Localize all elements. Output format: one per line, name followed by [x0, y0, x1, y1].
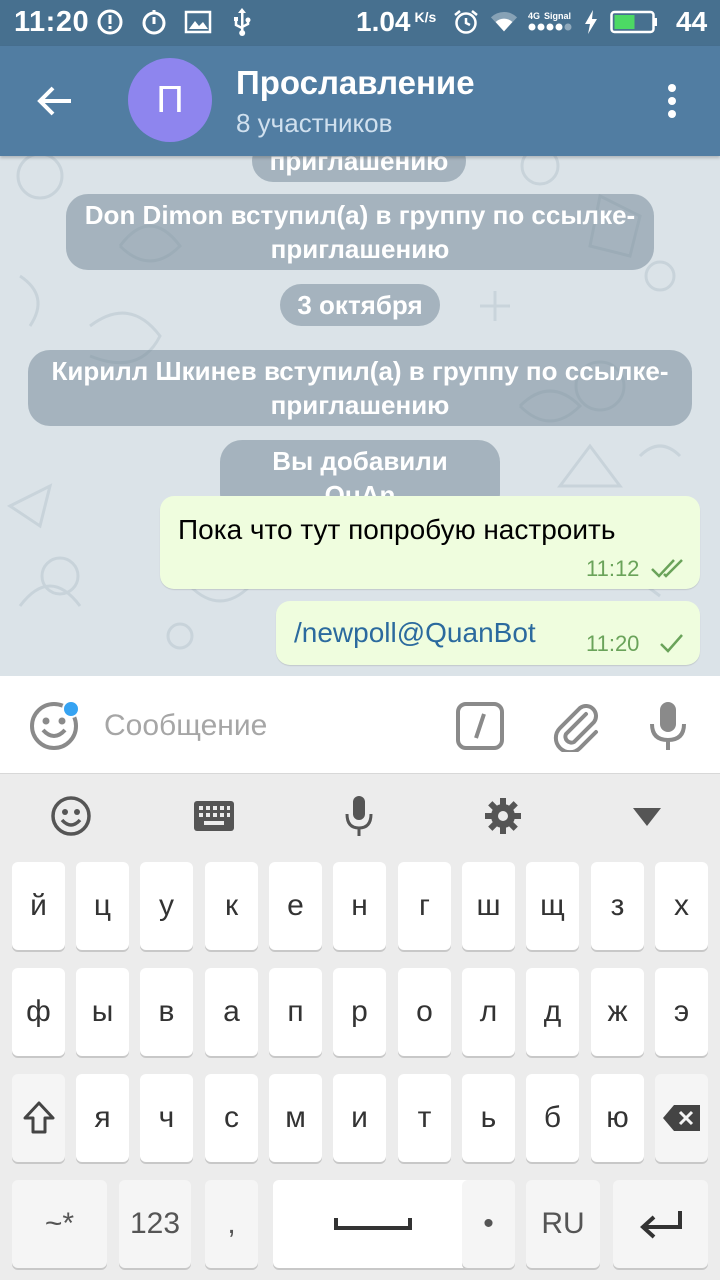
network-speed-unit: K/s	[414, 9, 437, 25]
key[interactable]: г	[398, 862, 451, 950]
more-options-button[interactable]	[656, 78, 688, 124]
key[interactable]: ж	[591, 968, 644, 1056]
key[interactable]: ф	[12, 968, 65, 1056]
period-key[interactable]: •	[462, 1180, 515, 1268]
image-icon	[184, 8, 212, 36]
shift-key[interactable]	[12, 1074, 65, 1162]
kb-emoji-button[interactable]	[49, 794, 93, 838]
microphone-icon	[650, 702, 686, 750]
kb-hide-button[interactable]	[625, 794, 669, 838]
key[interactable]: ш	[462, 862, 515, 950]
chat-header: П Прославление 8 участников	[0, 46, 720, 156]
battery-level: 44	[676, 6, 708, 37]
key[interactable]: д	[526, 968, 579, 1056]
kb-layout-button[interactable]	[192, 794, 236, 838]
slash-command-icon	[456, 702, 504, 750]
key[interactable]: к	[205, 862, 258, 950]
key[interactable]: ю	[591, 1074, 644, 1162]
message-command-link[interactable]: /newpoll@QuanBot	[294, 617, 536, 649]
language-key[interactable]: RU	[526, 1180, 600, 1268]
enter-icon	[639, 1211, 682, 1239]
key[interactable]: с	[205, 1074, 258, 1162]
microphone-icon	[345, 796, 373, 836]
message-time: 11:20	[586, 631, 640, 656]
charging-icon	[582, 8, 600, 36]
enter-key[interactable]	[613, 1180, 708, 1268]
comma-key[interactable]: ,	[205, 1180, 258, 1268]
paperclip-icon	[553, 704, 598, 755]
key[interactable]: л	[462, 968, 515, 1056]
key[interactable]: р	[333, 968, 386, 1056]
voice-message-button[interactable]	[642, 700, 694, 752]
system-message-partial: приглашению	[252, 156, 466, 182]
key[interactable]: в	[140, 968, 193, 1056]
key[interactable]: н	[333, 862, 386, 950]
key[interactable]: э	[655, 968, 708, 1056]
triangle-down-icon	[633, 808, 661, 826]
key[interactable]: м	[269, 1074, 322, 1162]
arrow-left-icon	[37, 86, 71, 116]
signal-icon: 4G Signal	[528, 8, 572, 36]
smiley-icon	[51, 796, 91, 836]
key[interactable]: ц	[76, 862, 129, 950]
message-composer	[0, 676, 720, 774]
key[interactable]: п	[269, 968, 322, 1056]
kb-voice-button[interactable]	[337, 794, 381, 838]
key[interactable]: у	[140, 862, 193, 950]
bot-commands-button[interactable]	[456, 702, 504, 750]
alarm-icon	[452, 8, 480, 36]
key[interactable]: й	[12, 862, 65, 950]
key[interactable]: о	[398, 968, 451, 1056]
backspace-icon	[662, 1105, 700, 1131]
key[interactable]: е	[269, 862, 322, 950]
key[interactable]: х	[655, 862, 708, 950]
numbers-key[interactable]: 123	[119, 1180, 191, 1268]
backspace-key[interactable]	[655, 1074, 708, 1162]
keyboard-icon	[194, 801, 234, 831]
chat-title[interactable]: Прославление	[236, 64, 475, 102]
gear-icon	[485, 798, 521, 834]
key[interactable]: ы	[76, 968, 129, 1056]
shift-arrow-icon	[23, 1101, 54, 1134]
group-avatar[interactable]: П	[128, 58, 212, 142]
key[interactable]: ч	[140, 1074, 193, 1162]
symbols-key[interactable]: ~*	[12, 1180, 107, 1268]
chat-area[interactable]: приглашению Don Dimon вступил(а) в групп…	[0, 156, 720, 676]
key[interactable]: б	[526, 1074, 579, 1162]
key[interactable]: щ	[526, 862, 579, 950]
wifi-icon	[490, 8, 518, 36]
timer-icon	[140, 8, 168, 36]
attach-button[interactable]	[550, 700, 602, 755]
network-speed: 1.04	[356, 6, 411, 37]
status-bar: 11:20 1.04 K/s 4G Signal 44	[0, 0, 720, 46]
space-key[interactable]	[273, 1180, 473, 1268]
key[interactable]: т	[398, 1074, 451, 1162]
keyboard: й ц у к е н г ш щ з х ф ы в а п р о л д …	[0, 774, 720, 1280]
message-input[interactable]	[104, 704, 434, 748]
message-time: 11:12	[586, 556, 640, 581]
key[interactable]: а	[205, 968, 258, 1056]
outgoing-message[interactable]: /newpoll@QuanBot 11:20	[276, 601, 700, 665]
space-bar-icon	[334, 1218, 412, 1230]
key[interactable]: ь	[462, 1074, 515, 1162]
alert-icon	[96, 8, 124, 36]
date-separator: 3 октября	[280, 284, 440, 326]
members-count: 8 участников	[236, 108, 393, 138]
check-icon	[660, 634, 683, 653]
message-text: Пока что тут попробую настроить	[178, 514, 616, 545]
key[interactable]: я	[76, 1074, 129, 1162]
back-button[interactable]	[30, 76, 80, 126]
status-time: 11:20	[14, 6, 90, 38]
key[interactable]: з	[591, 862, 644, 950]
keyboard-toolbar	[0, 774, 720, 858]
system-message: Кирилл Шкинев вступил(а) в группу по ссы…	[28, 350, 692, 426]
kb-settings-button[interactable]	[481, 794, 525, 838]
usb-icon	[228, 8, 256, 36]
key[interactable]: и	[333, 1074, 386, 1162]
system-message: Don Dimon вступил(а) в группу по ссылке-…	[66, 194, 654, 270]
outgoing-message[interactable]: Пока что тут попробую настроить 11:12	[160, 496, 700, 589]
double-check-icon	[651, 559, 683, 578]
battery-icon	[610, 8, 658, 36]
notification-dot	[62, 700, 80, 718]
